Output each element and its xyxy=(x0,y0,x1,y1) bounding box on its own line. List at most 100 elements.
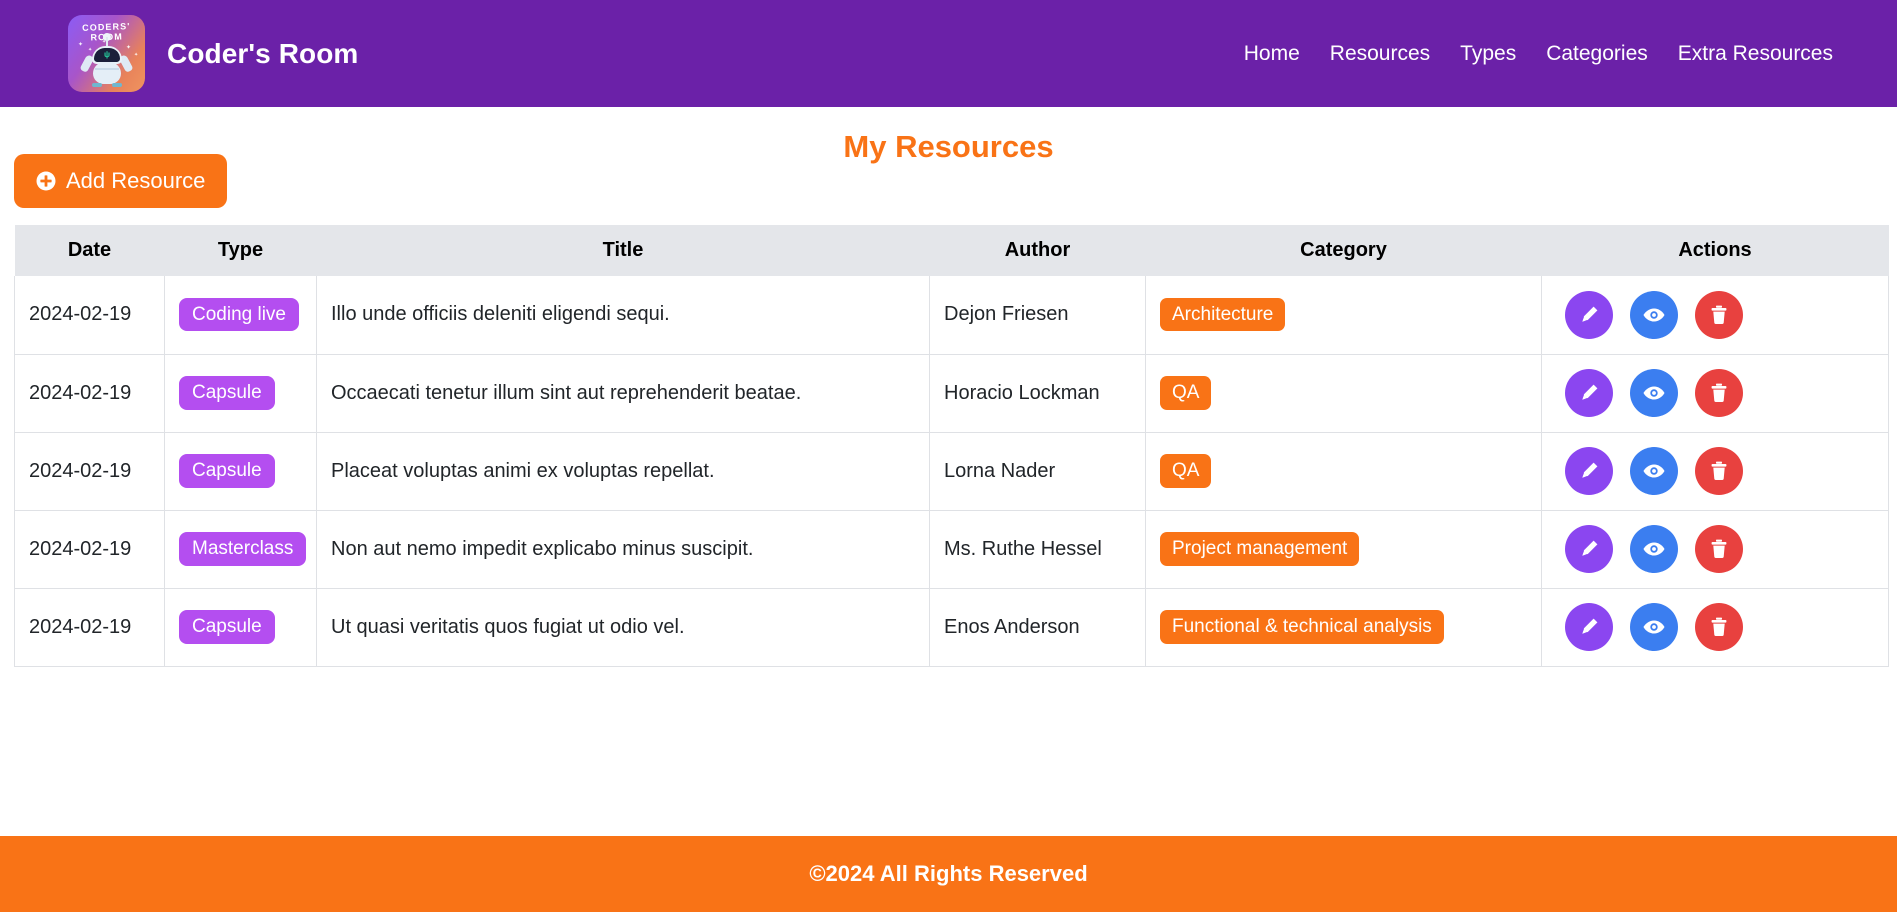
table-row: 2024-02-19 Capsule Ut quasi veritatis quos… xyxy=(14,588,1889,667)
column-header-category[interactable]: Category xyxy=(1145,225,1542,276)
view-button[interactable] xyxy=(1630,290,1678,339)
trash-icon xyxy=(1708,304,1730,326)
cell-date: 2024-02-19 xyxy=(14,510,165,589)
delete-button[interactable] xyxy=(1695,290,1743,339)
main-content: My Resources Add Resource Date Type Titl… xyxy=(0,107,1897,912)
cell-actions xyxy=(1541,588,1889,667)
star-icon: ✦ xyxy=(126,45,132,51)
pencil-icon xyxy=(1578,538,1600,560)
site-header: CODERS' ROOM ✦ ✦ ✦ ✦ ✦ ✦ ψ xyxy=(0,0,1897,107)
view-button[interactable] xyxy=(1630,525,1678,573)
cell-actions xyxy=(1541,510,1889,589)
category-badge: Project management xyxy=(1160,532,1360,566)
trash-icon xyxy=(1708,616,1730,638)
add-resource-button[interactable]: Add Resource xyxy=(14,154,228,208)
cell-actions xyxy=(1541,276,1889,355)
delete-button[interactable] xyxy=(1695,369,1743,417)
cell-date: 2024-02-19 xyxy=(14,276,165,355)
cell-author: Enos Anderson xyxy=(929,588,1146,667)
table-row: 2024-02-19 Masterclass Non aut nemo impedi… xyxy=(14,510,1889,589)
add-resource-label: Add Resource xyxy=(66,168,206,193)
eye-icon xyxy=(1642,303,1666,327)
nav-item-categories[interactable]: Categories xyxy=(1531,34,1663,74)
table-body: 2024-02-19 Coding live Illo unde officiis … xyxy=(14,276,1889,667)
cell-category: Project management xyxy=(1145,510,1542,589)
cell-date: 2024-02-19 xyxy=(14,588,165,667)
resources-table-container: Date Type Title Author Category Actions … xyxy=(14,225,1889,667)
trash-icon xyxy=(1708,460,1730,482)
edit-button[interactable] xyxy=(1565,290,1613,339)
cell-date: 2024-02-19 xyxy=(14,432,165,511)
cell-title: Non aut nemo impedit explicabo minus sus… xyxy=(316,510,930,589)
view-button[interactable] xyxy=(1630,447,1678,495)
type-badge: Capsule xyxy=(179,610,275,644)
cell-title: Placeat voluptas animi ex voluptas repel… xyxy=(316,432,930,511)
star-icon: ✦ xyxy=(116,36,120,41)
row-actions xyxy=(1556,525,1874,573)
cell-category: Functional & technical analysis xyxy=(1145,588,1542,667)
column-header-type[interactable]: Type xyxy=(164,225,317,276)
plus-circle-icon xyxy=(36,171,56,191)
cell-type: Capsule xyxy=(164,432,317,511)
nav-item-types[interactable]: Types xyxy=(1445,34,1531,74)
trash-icon xyxy=(1708,538,1730,560)
cell-actions xyxy=(1541,432,1889,511)
eye-icon xyxy=(1642,459,1666,483)
cell-type: Capsule xyxy=(164,354,317,433)
main-navigation: Home Resources Types Categories Extra Re… xyxy=(1229,34,1833,74)
cell-type: Masterclass xyxy=(164,510,317,589)
cell-title: Occaecati tenetur illum sint aut reprehe… xyxy=(316,354,930,433)
eye-icon xyxy=(1642,537,1666,561)
cell-title: Illo unde officiis deleniti eligendi seq… xyxy=(316,276,930,355)
copyright-text: ©2024 All Rights Reserved xyxy=(809,861,1088,886)
cell-title: Ut quasi veritatis quos fugiat ut odio v… xyxy=(316,588,930,667)
edit-button[interactable] xyxy=(1565,603,1613,651)
cell-category: QA xyxy=(1145,432,1542,511)
robot-body xyxy=(93,62,121,84)
category-badge: QA xyxy=(1160,376,1212,410)
cell-date: 2024-02-19 xyxy=(14,354,165,433)
edit-button[interactable] xyxy=(1565,369,1613,417)
edit-button[interactable] xyxy=(1565,447,1613,495)
cell-author: Horacio Lockman xyxy=(929,354,1146,433)
pencil-icon xyxy=(1578,382,1600,404)
type-badge: Capsule xyxy=(179,454,275,488)
nav-item-extra-resources[interactable]: Extra Resources xyxy=(1663,34,1833,74)
cell-category: QA xyxy=(1145,354,1542,433)
star-icon: ✦ xyxy=(134,52,139,58)
star-icon: ✦ xyxy=(78,42,84,48)
column-header-date[interactable]: Date xyxy=(14,225,165,276)
robot-foot-right xyxy=(112,83,122,87)
trash-icon xyxy=(1708,382,1730,404)
delete-button[interactable] xyxy=(1695,525,1743,573)
delete-button[interactable] xyxy=(1695,447,1743,495)
edit-button[interactable] xyxy=(1565,525,1613,573)
column-header-title[interactable]: Title xyxy=(316,225,930,276)
nav-item-home[interactable]: Home xyxy=(1229,34,1315,74)
row-actions xyxy=(1556,447,1874,495)
nav-item-resources[interactable]: Resources xyxy=(1315,34,1445,74)
row-actions xyxy=(1556,603,1874,651)
brand-name: Coder's Room xyxy=(167,37,359,69)
table-row: 2024-02-19 Coding live Illo unde officiis … xyxy=(14,276,1889,355)
cell-type: Capsule xyxy=(164,588,317,667)
view-button[interactable] xyxy=(1630,603,1678,651)
table-header-row: Date Type Title Author Category Actions xyxy=(14,225,1889,276)
robot-eye: ψ xyxy=(104,50,111,59)
robot-mascot-logo-icon: CODERS' ROOM ✦ ✦ ✦ ✦ ✦ ✦ ψ xyxy=(68,15,145,92)
column-header-author[interactable]: Author xyxy=(929,225,1146,276)
table-row: 2024-02-19 Capsule Placeat voluptas animi … xyxy=(14,432,1889,511)
category-badge: Functional & technical analysis xyxy=(1160,610,1444,644)
page-title: My Resources xyxy=(843,129,1054,164)
pencil-icon xyxy=(1578,616,1600,638)
brand[interactable]: CODERS' ROOM ✦ ✦ ✦ ✦ ✦ ✦ ψ xyxy=(68,15,358,92)
type-badge: Coding live xyxy=(179,298,299,332)
cell-type: Coding live xyxy=(164,276,317,355)
eye-icon xyxy=(1642,381,1666,405)
pencil-icon xyxy=(1578,304,1600,326)
table-head: Date Type Title Author Category Actions xyxy=(14,225,1889,276)
pencil-icon xyxy=(1578,460,1600,482)
view-button[interactable] xyxy=(1630,369,1678,417)
cell-author: Ms. Ruthe Hessel xyxy=(929,510,1146,589)
delete-button[interactable] xyxy=(1695,603,1743,651)
